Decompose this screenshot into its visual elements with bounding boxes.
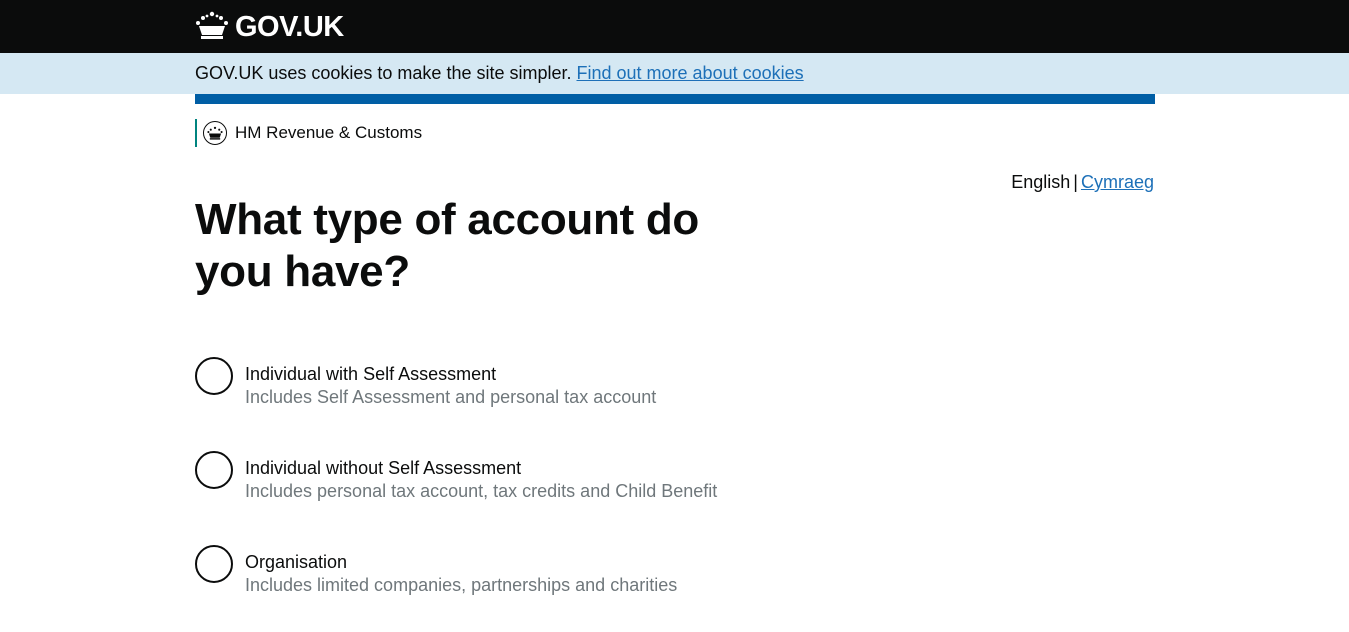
crest-icon bbox=[203, 121, 227, 145]
radio-label[interactable]: Organisation bbox=[245, 551, 677, 573]
brand-bar bbox=[195, 94, 1155, 104]
language-separator: | bbox=[1073, 172, 1078, 192]
radio-label[interactable]: Individual without Self Assessment bbox=[245, 457, 717, 479]
crown-icon bbox=[195, 11, 229, 44]
radio-hint: Includes Self Assessment and personal ta… bbox=[245, 387, 657, 407]
radio-button[interactable] bbox=[195, 451, 233, 489]
language-toggle: English | Cymraeg bbox=[1011, 172, 1154, 192]
organisation-name: HM Revenue & Customs bbox=[235, 123, 423, 142]
govuk-header: GOV.UK bbox=[0, 0, 1349, 53]
radio-button[interactable] bbox=[195, 545, 233, 583]
language-current: English bbox=[1011, 172, 1071, 192]
radio-option-individual-no-sa[interactable]: Individual without Self Assessment Inclu… bbox=[195, 451, 717, 502]
radio-hint: Includes limited companies, partnerships… bbox=[245, 575, 678, 595]
organisation-logo: HM Revenue & Customs bbox=[195, 119, 422, 147]
radio-hint: Includes personal tax account, tax credi… bbox=[245, 481, 718, 501]
radio-label[interactable]: Individual with Self Assessment bbox=[245, 363, 656, 385]
page-title: What type of account do you have? bbox=[195, 195, 699, 296]
logo-text: GOV.UK bbox=[235, 11, 344, 43]
govuk-logo-link[interactable]: GOV.UK bbox=[195, 9, 344, 45]
cookie-banner: GOV.UK uses cookies to make the site sim… bbox=[0, 53, 1349, 94]
language-welsh-link[interactable]: Cymraeg bbox=[1081, 172, 1154, 192]
cookie-info-link[interactable]: Find out more about cookies bbox=[577, 63, 804, 83]
cookie-message: GOV.UK uses cookies to make the site sim… bbox=[195, 63, 804, 83]
cookie-message-text: GOV.UK uses cookies to make the site sim… bbox=[195, 63, 572, 83]
radio-button[interactable] bbox=[195, 357, 233, 395]
radio-option-organisation[interactable]: Organisation Includes limited companies,… bbox=[195, 545, 677, 596]
radio-option-individual-sa[interactable]: Individual with Self Assessment Includes… bbox=[195, 357, 656, 408]
